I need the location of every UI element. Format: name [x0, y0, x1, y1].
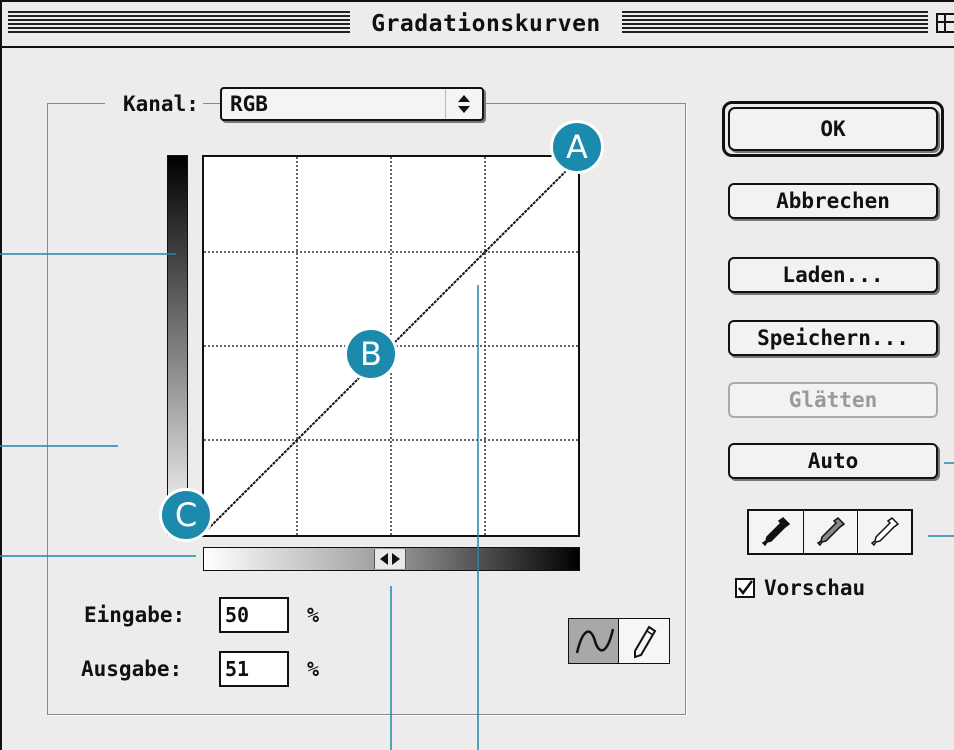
callout-lines: [0, 253, 954, 750]
